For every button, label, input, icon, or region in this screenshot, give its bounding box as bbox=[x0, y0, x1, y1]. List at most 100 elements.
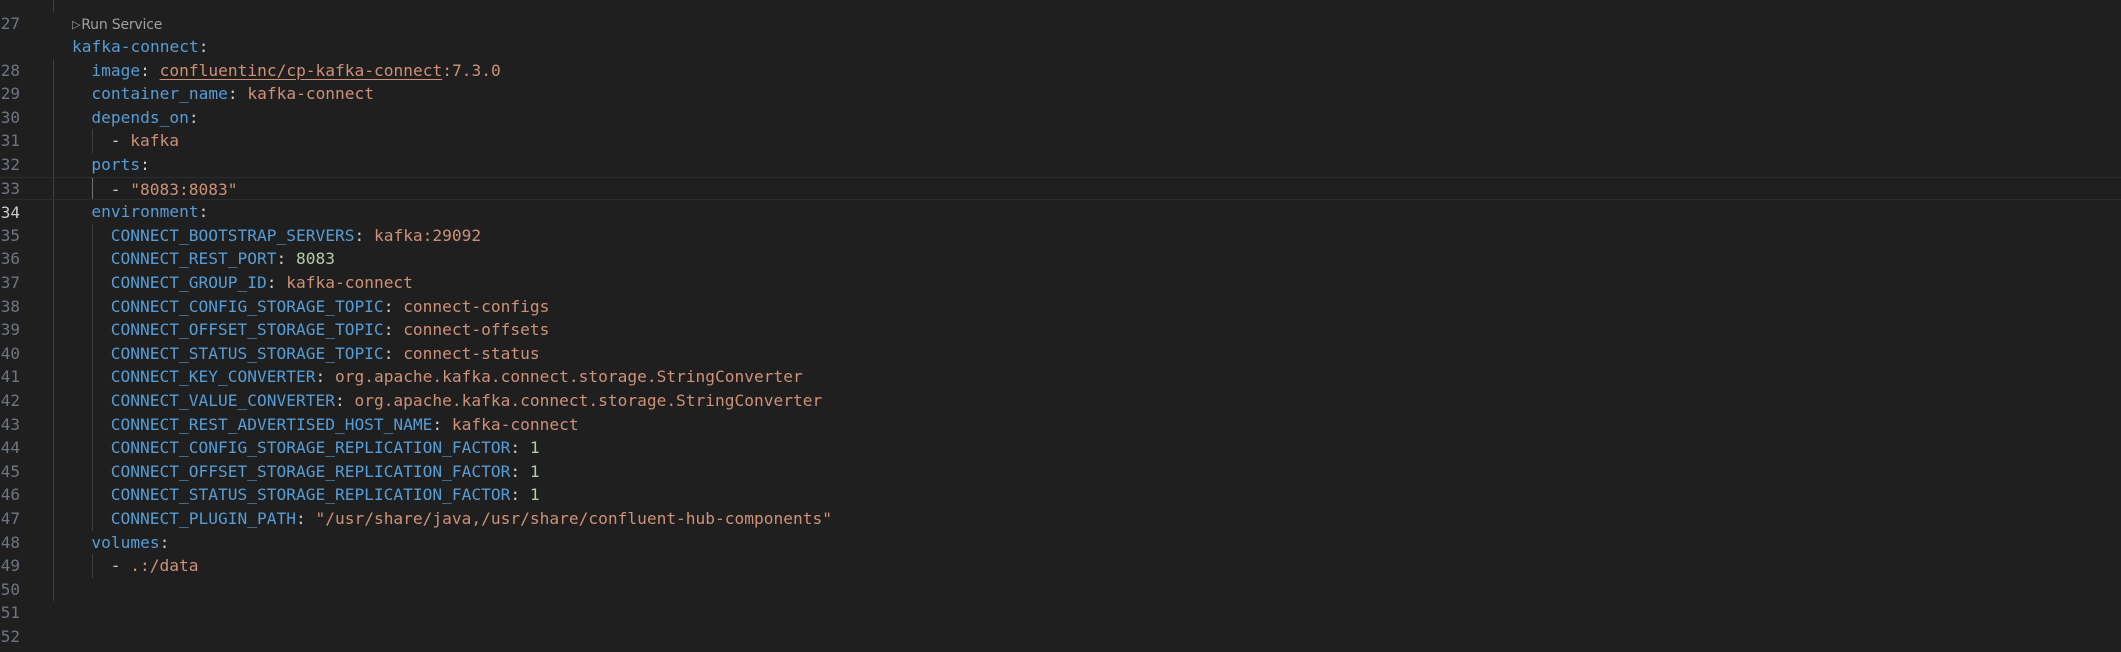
yaml-key: CONNECT_KEY_CONVERTER bbox=[110, 367, 316, 387]
indent-guide bbox=[53, 577, 54, 602]
code-line-53[interactable]: 53 bbox=[0, 625, 2121, 652]
indent-guide bbox=[53, 436, 54, 460]
yaml-key: CONNECT_CONFIG_STORAGE_REPLICATION_FACTO… bbox=[110, 438, 511, 458]
indent-guide bbox=[53, 554, 54, 578]
code-line-29[interactable]: 29 image: confluentinc/cp-kafka-connect:… bbox=[0, 58, 2121, 103]
yaml-value: kafka-connect bbox=[247, 84, 375, 104]
code-line-51[interactable]: 51 bbox=[0, 577, 2121, 622]
code-line-37[interactable]: 37 CONNECT_REST_PORT: 8083 bbox=[0, 247, 2121, 292]
indent-guide bbox=[53, 153, 54, 177]
indent-guide bbox=[53, 177, 54, 200]
yaml-colon: : bbox=[510, 438, 530, 458]
code-line-40[interactable]: 40 CONNECT_OFFSET_STORAGE_TOPIC: connect… bbox=[0, 318, 2121, 363]
code-line-27[interactable]: 27 bbox=[0, 0, 2121, 33]
indent-guide bbox=[53, 0, 54, 12]
code-line-35[interactable]: 35 environment: bbox=[0, 200, 2121, 245]
indent-guide bbox=[53, 459, 54, 484]
indent-guide bbox=[53, 530, 54, 555]
code-line-30[interactable]: 30 container_name: kafka-connect bbox=[0, 82, 2121, 127]
yaml-key: CONNECT_OFFSET_STORAGE_REPLICATION_FACTO… bbox=[110, 461, 511, 481]
yaml-value: connect-status bbox=[403, 343, 540, 363]
image-link[interactable]: confluentinc/cp-kafka-connect bbox=[160, 61, 443, 80]
code-line-36[interactable]: 36 CONNECT_BOOTSTRAP_SERVERS: kafka:2909… bbox=[0, 223, 2121, 268]
yaml-value: "/usr/share/java,/usr/share/confluent-hu… bbox=[315, 509, 832, 528]
yaml-colon: : bbox=[383, 296, 404, 316]
code-line-32[interactable]: 32 - kafka bbox=[0, 129, 2121, 174]
yaml-colon: : bbox=[276, 249, 296, 269]
line-number: 27 bbox=[0, 13, 20, 33]
yaml-colon: : bbox=[198, 202, 209, 222]
yaml-key: CONNECT_BOOTSTRAP_SERVERS bbox=[110, 225, 355, 245]
yaml-key: CONNECT_REST_PORT bbox=[110, 249, 277, 269]
image-tag: :7.3.0 bbox=[442, 60, 501, 80]
yaml-value: org.apache.kafka.connect.storage.StringC… bbox=[354, 391, 823, 410]
code-line-39[interactable]: 39 CONNECT_CONFIG_STORAGE_TOPIC: connect… bbox=[0, 294, 2121, 339]
yaml-colon: : bbox=[266, 273, 287, 292]
yaml-key: kafka-connect bbox=[72, 37, 199, 56]
yaml-colon: : bbox=[159, 532, 170, 552]
yaml-colon: : bbox=[227, 84, 248, 104]
run-service-label: Run Service bbox=[81, 17, 163, 33]
run-service-codelens[interactable]: ▷Run Service bbox=[72, 15, 162, 35]
code-line-49[interactable]: 49 volumes: bbox=[0, 530, 2121, 575]
yaml-colon: : bbox=[354, 225, 374, 245]
code-line-34-current[interactable]: 34 - "8083:8083" bbox=[0, 176, 2121, 222]
code-line-52[interactable]: 52 bbox=[0, 601, 2121, 646]
yaml-colon: : bbox=[510, 461, 530, 481]
yaml-colon: : bbox=[140, 155, 150, 174]
code-line-28[interactable]: 28 kafka-connect: bbox=[0, 35, 2121, 80]
indent-guide bbox=[53, 318, 54, 342]
yaml-key: container_name bbox=[91, 84, 228, 104]
indent-guide bbox=[53, 271, 54, 295]
yaml-key: CONNECT_CONFIG_STORAGE_TOPIC bbox=[110, 296, 384, 316]
indent-guide bbox=[53, 389, 54, 413]
list-dash: - bbox=[110, 179, 131, 199]
yaml-number: 1 bbox=[529, 461, 540, 481]
yaml-colon: : bbox=[432, 414, 452, 434]
indent-guide bbox=[53, 200, 54, 224]
code-editor[interactable]: 27 ▷Run Service 28 kafka-connect: 29 ima… bbox=[0, 0, 2121, 652]
yaml-colon: : bbox=[510, 485, 530, 505]
yaml-number: 1 bbox=[529, 438, 540, 458]
yaml-value: kafka bbox=[130, 131, 180, 151]
code-line-48[interactable]: 48 CONNECT_PLUGIN_PATH: "/usr/share/java… bbox=[0, 507, 2121, 552]
yaml-colon: : bbox=[383, 343, 404, 363]
code-line-44[interactable]: 44 CONNECT_REST_ADVERTISED_HOST_NAME: ka… bbox=[0, 412, 2121, 457]
indent-guide bbox=[53, 483, 54, 507]
code-line-33[interactable]: 33 ports: bbox=[0, 153, 2121, 198]
code-line-45[interactable]: 45 CONNECT_CONFIG_STORAGE_REPLICATION_FA… bbox=[0, 436, 2121, 481]
yaml-key: CONNECT_GROUP_ID bbox=[110, 273, 267, 292]
indent-guide bbox=[53, 223, 54, 248]
code-line-46[interactable]: 46 CONNECT_OFFSET_STORAGE_REPLICATION_FA… bbox=[0, 459, 2121, 504]
indent-guide bbox=[53, 58, 54, 83]
yaml-value: connect-configs bbox=[403, 296, 550, 316]
indent-guide bbox=[53, 294, 54, 319]
yaml-colon: : bbox=[383, 320, 404, 340]
yaml-number: 8083 bbox=[295, 249, 335, 269]
code-line-38[interactable]: 38 CONNECT_GROUP_ID: kafka-connect bbox=[0, 271, 2121, 316]
code-line-41[interactable]: 41 CONNECT_STATUS_STORAGE_TOPIC: connect… bbox=[0, 341, 2121, 386]
yaml-value: kafka:29092 bbox=[373, 225, 482, 245]
yaml-colon: : bbox=[295, 509, 316, 528]
yaml-value: kafka-connect bbox=[286, 273, 413, 292]
code-line-31[interactable]: 31 depends_on: bbox=[0, 105, 2121, 150]
yaml-key: depends_on bbox=[91, 107, 189, 127]
list-dash: - bbox=[110, 556, 131, 576]
indent-guide bbox=[53, 412, 54, 437]
play-icon: ▷ bbox=[72, 18, 81, 31]
code-line-50[interactable]: 50 - .:/data bbox=[0, 554, 2121, 599]
line-number: 53 bbox=[0, 649, 20, 652]
yaml-key: volumes bbox=[91, 532, 160, 552]
yaml-key: CONNECT_STATUS_STORAGE_TOPIC bbox=[110, 343, 384, 363]
code-line-43[interactable]: 43 CONNECT_VALUE_CONVERTER: org.apache.k… bbox=[0, 389, 2121, 434]
code-line-47[interactable]: 47 CONNECT_STATUS_STORAGE_REPLICATION_FA… bbox=[0, 483, 2121, 528]
yaml-value: kafka-connect bbox=[451, 414, 579, 434]
yaml-colon: : bbox=[315, 367, 335, 387]
yaml-colon: : bbox=[188, 107, 199, 127]
yaml-colon: : bbox=[198, 37, 209, 56]
yaml-key: CONNECT_PLUGIN_PATH bbox=[110, 509, 296, 528]
list-dash: - bbox=[110, 131, 131, 151]
code-line-42[interactable]: 42 CONNECT_KEY_CONVERTER: org.apache.kaf… bbox=[0, 365, 2121, 410]
indent-guide bbox=[53, 129, 54, 153]
yaml-key: CONNECT_OFFSET_STORAGE_TOPIC bbox=[110, 320, 384, 340]
